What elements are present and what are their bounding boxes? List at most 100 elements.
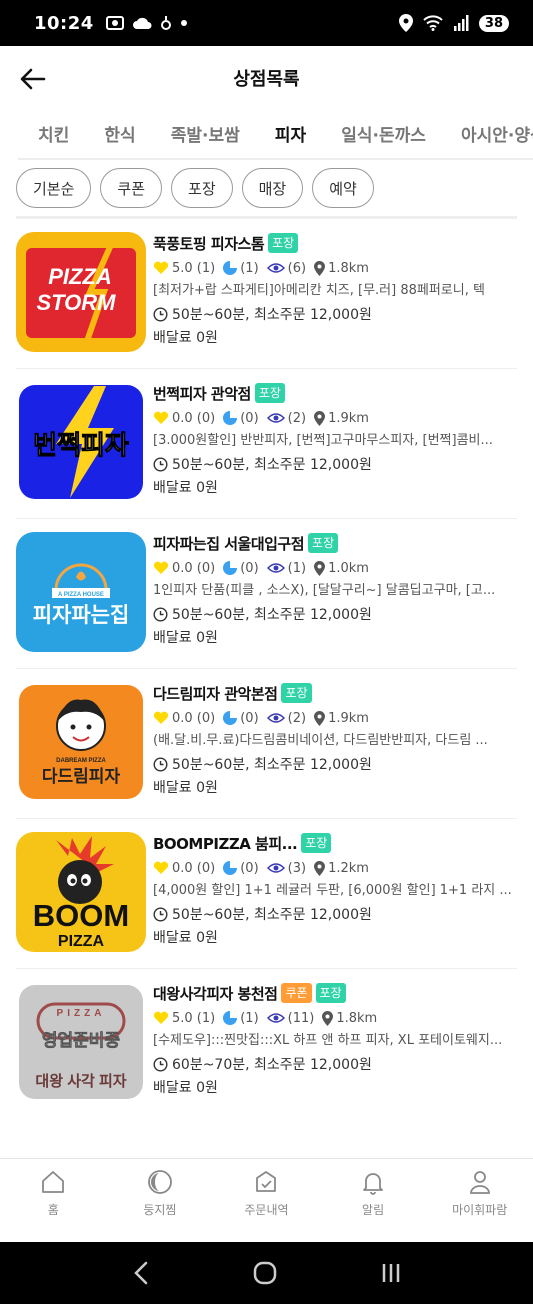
filter-takeout[interactable]: 포장	[171, 168, 233, 208]
store-card[interactable]: BOOM PIZZA BOOMPIZZA 붐피... 포장 0.0 (0) (0…	[16, 819, 517, 969]
system-home-icon[interactable]	[252, 1260, 278, 1286]
filter-coupon[interactable]: 쿠폰	[100, 168, 163, 208]
delivery-time: 50분~60분, 최소주문 12,000원	[172, 907, 372, 923]
views: (3)	[287, 860, 307, 876]
system-recents-icon[interactable]	[379, 1260, 403, 1286]
signal-icon	[453, 15, 469, 31]
svg-text:PIZZA: PIZZA	[48, 264, 112, 289]
back-arrow-icon[interactable]	[18, 64, 48, 94]
svg-text:PIZZA: PIZZA	[57, 1008, 106, 1019]
menu-summary: [3.000원할인] 반반피자, [번쩍]고구마무스피자, [번쩍]콤비...	[153, 433, 493, 448]
nav-home-label: 홈	[47, 1203, 59, 1217]
likes: (0)	[240, 410, 259, 426]
rating: 0.0 (0)	[172, 710, 216, 726]
nav-orders-label: 주문내역	[244, 1203, 289, 1217]
nav-alerts[interactable]: 알림	[320, 1159, 427, 1242]
nav-orders[interactable]: 주문내역	[213, 1159, 320, 1242]
eye-icon	[266, 713, 285, 723]
location-pin-icon	[314, 560, 326, 576]
tab-asian[interactable]: 아시안·양식	[461, 112, 533, 160]
tab-jokbal[interactable]: 족발·보쌈	[171, 112, 240, 160]
filter-chips: 기본순 쿠폰 포장 매장 예약	[16, 168, 374, 208]
store-card[interactable]: DABREAM PIZZA 다드림피자 다드림피자 관악본점 포장 0.0 (0…	[16, 669, 517, 819]
store-logo: PIZZA 영업준비중 대왕 사각 피자	[16, 982, 146, 1102]
distance: 1.8km	[336, 1010, 378, 1026]
store-card[interactable]: A PIZZA HOUSE 피자파는집 피자파는집 서울대입구점 포장 0.0 …	[16, 519, 517, 669]
takeout-badge: 포장	[301, 833, 332, 853]
store-name: 번쩍피자 관악점	[153, 384, 251, 403]
notification-icon	[160, 16, 171, 30]
filter-reservation[interactable]: 예약	[312, 168, 374, 208]
store-card[interactable]: 번쩍피자 번쩍피자 관악점 포장 0.0 (0) (0) (2) 1.9km […	[16, 369, 517, 519]
store-name: 푹풍토핑 피자스톰	[153, 234, 265, 253]
delivery-fee: 배달료 0원	[153, 330, 218, 346]
store-name: 다드림피자 관악본점	[153, 684, 278, 703]
likes: (0)	[240, 560, 259, 576]
distance: 1.2km	[328, 860, 369, 876]
menu-summary: (배.달.비.무.료)다드림콤비네이션, 다드림반반피자, 다드림 ...	[153, 733, 488, 748]
screenshot-icon	[105, 16, 124, 30]
page-title: 상점목록	[233, 69, 300, 90]
store-card[interactable]: PIZZA STORM 푹풍토핑 피자스톰 포장 5.0 (1) (1) (6)…	[16, 219, 517, 369]
takeout-badge: 포장	[308, 533, 339, 553]
app-bar: 상점목록	[0, 46, 533, 110]
like-icon	[223, 411, 238, 425]
user-icon	[469, 1171, 490, 1194]
delivery-fee: 배달료 0원	[153, 630, 218, 646]
eye-icon	[266, 863, 285, 873]
delivery-fee: 배달료 0원	[153, 1080, 218, 1096]
takeout-badge: 포장	[315, 983, 346, 1003]
store-stats: 0.0 (0) (0) (1) 1.0km	[153, 556, 517, 580]
views: (2)	[287, 410, 307, 426]
location-pin-icon	[314, 410, 326, 426]
store-card[interactable]: PIZZA 영업준비중 대왕 사각 피자 대왕사각피자 봉천점 쿠폰 포장 5.…	[16, 969, 517, 1119]
rating: 5.0 (1)	[172, 260, 216, 276]
distance: 1.0km	[328, 560, 369, 576]
clock-icon	[153, 456, 168, 472]
store-stats: 0.0 (0) (0) (2) 1.9km	[153, 706, 517, 730]
heart-icon	[153, 861, 169, 874]
likes: (1)	[240, 260, 259, 276]
tab-korean[interactable]: 한식	[104, 112, 135, 160]
nav-mypage[interactable]: 마이휘파람	[426, 1159, 533, 1242]
store-logo: A PIZZA HOUSE 피자파는집	[16, 532, 146, 652]
location-pin-icon	[314, 710, 326, 726]
likes: (0)	[240, 710, 259, 726]
svg-text:다드림피자: 다드림피자	[42, 767, 121, 786]
tab-chicken[interactable]: 치킨	[38, 112, 69, 160]
heart-icon	[153, 1011, 169, 1024]
store-logo: BOOM PIZZA	[16, 832, 146, 952]
clock-icon	[153, 906, 168, 922]
clock-icon	[153, 306, 168, 322]
like-icon	[223, 711, 238, 725]
tab-japanese[interactable]: 일식·돈까스	[341, 112, 426, 160]
views: (11)	[287, 1010, 315, 1026]
filter-default-sort[interactable]: 기본순	[16, 168, 92, 208]
rating: 5.0 (1)	[172, 1010, 216, 1026]
home-icon	[42, 1171, 65, 1193]
takeout-badge: 포장	[268, 233, 299, 253]
nav-favorites[interactable]: 둥지찜	[107, 1159, 214, 1242]
svg-text:피자파는집: 피자파는집	[33, 604, 130, 627]
nav-home[interactable]: 홈	[0, 1159, 107, 1242]
likes: (1)	[240, 1010, 259, 1026]
store-stats: 0.0 (0) (0) (3) 1.2km	[153, 856, 517, 880]
tab-pizza[interactable]: 피자	[275, 112, 306, 160]
nav-favorites-label: 둥지찜	[143, 1203, 177, 1217]
takeout-badge: 포장	[281, 683, 312, 703]
store-stats: 5.0 (1) (1) (6) 1.8km	[153, 256, 517, 280]
clock-icon	[153, 756, 168, 772]
store-stats: 5.0 (1) (1) (11) 1.8km	[153, 1006, 517, 1030]
distance: 1.8km	[328, 260, 369, 276]
like-icon	[223, 561, 238, 575]
views: (2)	[287, 710, 307, 726]
delivery-time: 50분~60분, 최소주문 12,000원	[172, 757, 372, 773]
eye-icon	[266, 1013, 285, 1023]
rating: 0.0 (0)	[172, 560, 216, 576]
bell-icon	[363, 1173, 383, 1195]
status-time: 10:24	[34, 12, 94, 34]
cloud-icon	[132, 17, 152, 29]
filter-dine-in[interactable]: 매장	[241, 168, 304, 208]
location-pin-icon	[314, 260, 326, 276]
system-back-icon[interactable]	[130, 1260, 152, 1286]
